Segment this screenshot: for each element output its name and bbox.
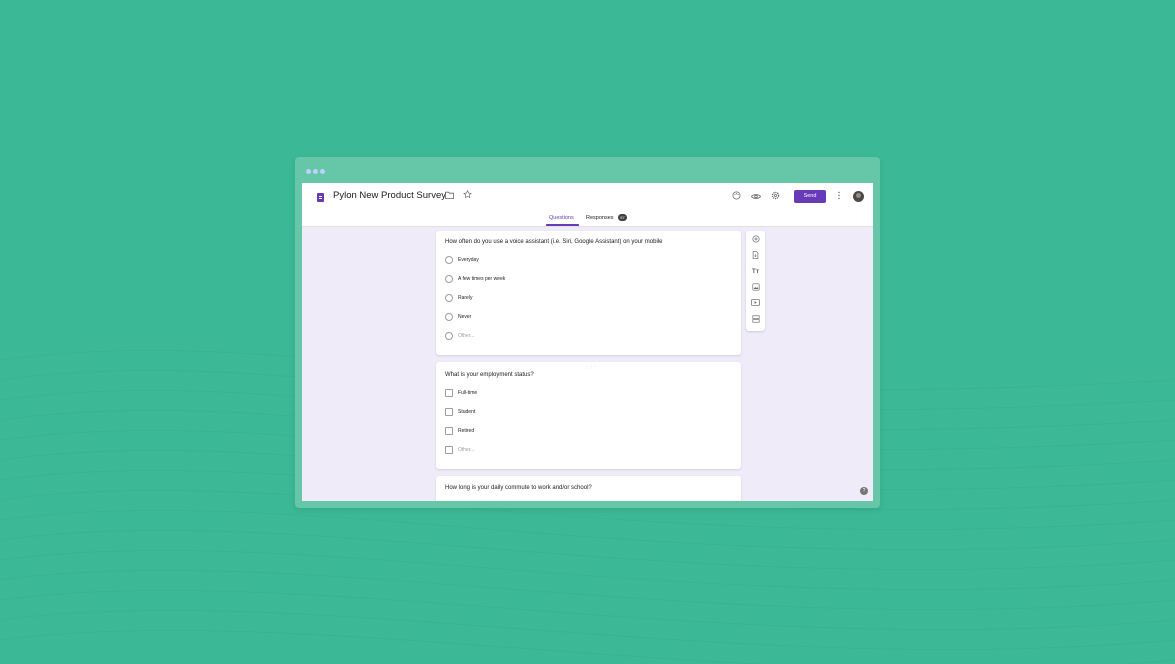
add-image-icon[interactable] xyxy=(746,283,765,295)
question-card[interactable]: How long is your daily commute to work a… xyxy=(436,476,741,501)
checkbox-option[interactable]: Student xyxy=(445,408,475,416)
checkbox[interactable] xyxy=(445,427,453,435)
option-label: A few times per week xyxy=(458,276,506,282)
tab-responses[interactable]: Responses xyxy=(586,215,614,221)
checkbox-option-other[interactable]: Other... xyxy=(445,446,474,454)
eye-icon[interactable] xyxy=(751,192,761,202)
question-card[interactable]: How often do you use a voice assistant (… xyxy=(436,231,741,355)
settings-icon[interactable] xyxy=(771,191,780,202)
question-title[interactable]: What is your employment status? xyxy=(445,372,534,378)
question-title[interactable]: How often do you use a voice assistant (… xyxy=(445,239,662,245)
option-label-other: Other... xyxy=(458,333,475,339)
star-icon[interactable] xyxy=(463,189,472,201)
floating-toolbar: Tт xyxy=(746,231,765,331)
form-title[interactable]: Pylon New Product Survey xyxy=(333,190,446,201)
avatar[interactable] xyxy=(853,191,864,202)
checkbox-option[interactable]: Full-time xyxy=(445,389,477,397)
checkbox[interactable] xyxy=(445,446,453,454)
add-section-icon[interactable] xyxy=(746,315,765,327)
window-dot-maximize[interactable] xyxy=(320,169,325,174)
drag-handle-icon[interactable]: ⋮⋮⋮ xyxy=(585,364,597,369)
more-vert-icon[interactable] xyxy=(837,191,841,202)
add-question-icon[interactable] xyxy=(746,235,765,247)
window-dot-minimize[interactable] xyxy=(313,169,318,174)
add-video-icon[interactable] xyxy=(746,299,765,310)
app-header: Pylon New Product Survey Send Questions … xyxy=(302,183,873,227)
option-label: Full-time xyxy=(458,390,478,396)
radio-option[interactable]: Never xyxy=(445,313,471,321)
palette-icon[interactable] xyxy=(732,191,741,202)
forms-app: Pylon New Product Survey Send Questions … xyxy=(302,183,873,501)
radio-button[interactable] xyxy=(445,332,453,340)
checkbox[interactable] xyxy=(445,408,453,416)
radio-button[interactable] xyxy=(445,256,453,264)
radio-option[interactable]: Everyday xyxy=(445,256,479,264)
browser-window: Pylon New Product Survey Send Questions … xyxy=(295,157,880,508)
tab-questions[interactable]: Questions xyxy=(549,215,574,221)
add-title-icon[interactable]: Tт xyxy=(746,267,765,277)
option-label-other: Other... xyxy=(458,447,475,453)
radio-button[interactable] xyxy=(445,275,453,283)
window-dot-close[interactable] xyxy=(306,169,311,174)
option-label: Never xyxy=(458,314,472,320)
radio-button[interactable] xyxy=(445,313,453,321)
radio-option-other[interactable]: Other... xyxy=(445,332,474,340)
send-button[interactable]: Send xyxy=(794,190,826,203)
form-doc-icon xyxy=(317,193,324,202)
question-title[interactable]: How long is your daily commute to work a… xyxy=(445,485,592,491)
radio-option[interactable]: Rarely xyxy=(445,294,472,302)
radio-button[interactable] xyxy=(445,294,453,302)
checkbox[interactable] xyxy=(445,389,453,397)
option-label: Student xyxy=(458,409,476,415)
responses-count-badge: 57 xyxy=(618,214,627,221)
folder-icon[interactable] xyxy=(445,191,454,201)
help-icon[interactable]: ? xyxy=(860,487,868,495)
question-card[interactable]: ⋮⋮⋮ What is your employment status? Full… xyxy=(436,362,741,469)
option-label: Retired xyxy=(458,428,475,434)
option-label: Rarely xyxy=(458,295,473,301)
active-tab-indicator xyxy=(546,224,579,226)
checkbox-option[interactable]: Retired xyxy=(445,427,474,435)
option-label: Everyday xyxy=(458,257,479,263)
window-controls xyxy=(306,169,325,174)
radio-option[interactable]: A few times per week xyxy=(445,275,505,283)
import-questions-icon[interactable] xyxy=(746,251,765,263)
